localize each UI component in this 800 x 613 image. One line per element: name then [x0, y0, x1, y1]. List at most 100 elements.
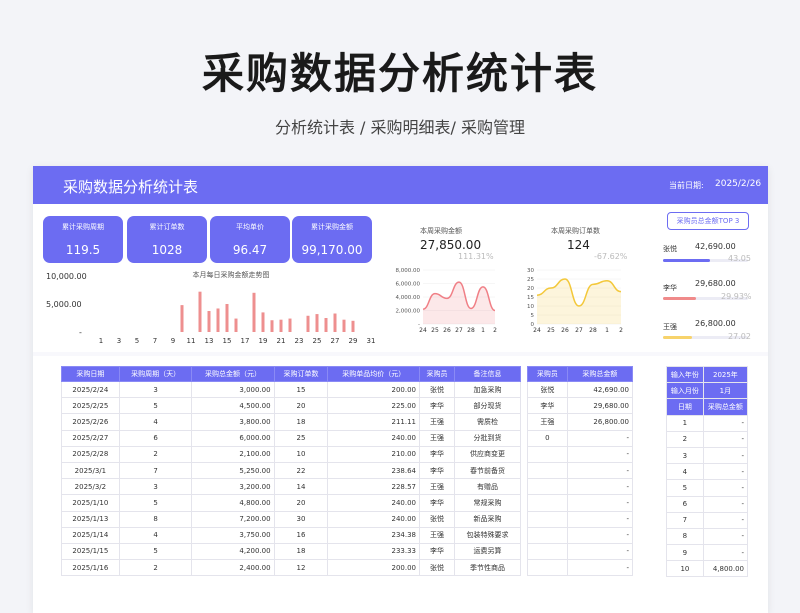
table-cell[interactable]: 18 [273, 542, 329, 561]
table-cell[interactable]: 240.00 [327, 494, 420, 512]
table-cell[interactable]: - [566, 445, 634, 463]
table-cell[interactable]: 王强 [527, 413, 568, 431]
table-cell[interactable]: 部分现货 [453, 397, 522, 415]
table-cell[interactable]: 18 [273, 413, 329, 431]
table-cell[interactable]: 李华 [418, 494, 455, 512]
table-cell[interactable]: 4,800.00 [191, 494, 275, 512]
table-cell[interactable]: - [566, 429, 634, 447]
table-cell[interactable]: 26,800.00 [566, 413, 634, 431]
table-cell[interactable]: 3 [118, 478, 193, 496]
table-cell[interactable]: - [566, 478, 634, 496]
table-cell[interactable]: 2025/1/10 [61, 494, 120, 512]
table-cell[interactable] [527, 542, 568, 561]
table-cell[interactable] [527, 559, 568, 577]
table-cell[interactable]: 2025/1/15 [61, 542, 120, 561]
table-cell[interactable]: 包装特殊要求 [453, 526, 522, 544]
table-cell[interactable]: 李华 [418, 445, 455, 463]
table-cell[interactable]: 233.33 [327, 542, 420, 561]
table-cell[interactable]: 张悦 [418, 380, 455, 399]
table-cell[interactable]: 2025/2/27 [61, 429, 120, 447]
table-cell[interactable]: 张悦 [418, 510, 455, 528]
table-cell[interactable] [527, 510, 568, 528]
table-cell[interactable]: 春节前备货 [453, 461, 522, 480]
table-cell[interactable]: 42,690.00 [566, 380, 634, 399]
table-cell[interactable]: 王强 [418, 429, 455, 447]
table-cell[interactable]: - [566, 559, 634, 577]
table-cell[interactable] [527, 461, 568, 480]
table-cell[interactable] [527, 478, 568, 496]
table-cell[interactable]: 4 [118, 526, 193, 544]
table-cell[interactable]: - [566, 542, 634, 561]
table-cell[interactable]: 2025/2/24 [61, 380, 120, 399]
table-cell[interactable]: 16 [273, 526, 329, 544]
table-cell[interactable]: 分批到货 [453, 429, 522, 447]
table-cell[interactable]: 5 [118, 542, 193, 561]
table-cell[interactable]: 2025/1/13 [61, 510, 120, 528]
table-cell[interactable]: 李华 [418, 542, 455, 561]
month-input[interactable]: 1月 [702, 382, 749, 400]
table-cell[interactable]: 211.11 [327, 413, 420, 431]
table-cell[interactable]: 5 [118, 494, 193, 512]
table-cell[interactable]: 6,000.00 [191, 429, 275, 447]
table-cell[interactable] [527, 445, 568, 463]
table-cell[interactable]: 3,750.00 [191, 526, 275, 544]
table-cell[interactable]: 2025/2/25 [61, 397, 120, 415]
table-cell[interactable]: 225.00 [327, 397, 420, 415]
table-cell[interactable] [527, 494, 568, 512]
table-cell[interactable]: 0 [527, 429, 568, 447]
table-cell[interactable]: 240.00 [327, 429, 420, 447]
table-cell[interactable]: 2 [118, 445, 193, 463]
table-cell[interactable] [527, 526, 568, 544]
table-cell[interactable]: 3,000.00 [191, 380, 275, 399]
table-cell[interactable]: 5 [118, 397, 193, 415]
table-cell[interactable]: 4 [118, 413, 193, 431]
table-cell[interactable]: 季节性商品 [453, 559, 522, 577]
table-cell[interactable]: 2,100.00 [191, 445, 275, 463]
table-cell[interactable]: 王强 [418, 413, 455, 431]
table-cell[interactable]: 200.00 [327, 559, 420, 577]
table-cell[interactable]: 王强 [418, 478, 455, 496]
table-cell[interactable]: 234.38 [327, 526, 420, 544]
table-cell[interactable]: 12 [273, 559, 329, 577]
table-cell[interactable]: 运费另算 [453, 542, 522, 561]
table-cell[interactable]: 有赠品 [453, 478, 522, 496]
table-cell[interactable]: 需质检 [453, 413, 522, 431]
table-cell[interactable]: 238.64 [327, 461, 420, 480]
table-cell[interactable]: 2,400.00 [191, 559, 275, 577]
table-cell[interactable]: 常规采购 [453, 494, 522, 512]
table-cell[interactable]: 4,500.00 [191, 397, 275, 415]
table-cell[interactable]: 2 [118, 559, 193, 577]
table-cell[interactable]: 7 [118, 461, 193, 480]
table-cell[interactable]: 3,200.00 [191, 478, 275, 496]
table-cell[interactable]: 2025/2/26 [61, 413, 120, 431]
table-cell[interactable]: 228.57 [327, 478, 420, 496]
table-cell[interactable]: 2025/3/1 [61, 461, 120, 480]
table-cell[interactable]: - [566, 510, 634, 528]
table-cell[interactable]: 3 [118, 380, 193, 399]
table-cell[interactable]: 供应商变更 [453, 445, 522, 463]
year-input[interactable]: 2025年 [702, 365, 749, 384]
table-cell[interactable]: 6 [118, 429, 193, 447]
table-cell[interactable]: 210.00 [327, 445, 420, 463]
table-cell[interactable]: 240.00 [327, 510, 420, 528]
table-cell[interactable]: 李华 [418, 461, 455, 480]
table-cell[interactable]: 加急采购 [453, 380, 522, 399]
table-cell[interactable]: 2025/3/2 [61, 478, 120, 496]
table-cell[interactable]: 新品采购 [453, 510, 522, 528]
table-cell[interactable]: 25 [273, 429, 329, 447]
table-cell[interactable]: 张悦 [418, 559, 455, 577]
table-cell[interactable]: 10 [273, 445, 329, 463]
table-cell[interactable]: - [566, 526, 634, 544]
table-cell[interactable]: 22 [273, 461, 329, 480]
table-cell[interactable]: 15 [273, 380, 329, 399]
table-cell[interactable]: 2025/1/16 [61, 559, 120, 577]
table-cell[interactable]: 20 [273, 397, 329, 415]
table-cell[interactable]: 5,250.00 [191, 461, 275, 480]
table-cell[interactable]: 4,200.00 [191, 542, 275, 561]
table-cell[interactable]: 张悦 [527, 380, 568, 399]
table-cell[interactable]: 李华 [418, 397, 455, 415]
table-cell[interactable]: - [566, 461, 634, 480]
table-cell[interactable]: 2025/1/14 [61, 526, 120, 544]
table-cell[interactable]: 30 [273, 510, 329, 528]
table-cell[interactable]: 200.00 [327, 380, 420, 399]
